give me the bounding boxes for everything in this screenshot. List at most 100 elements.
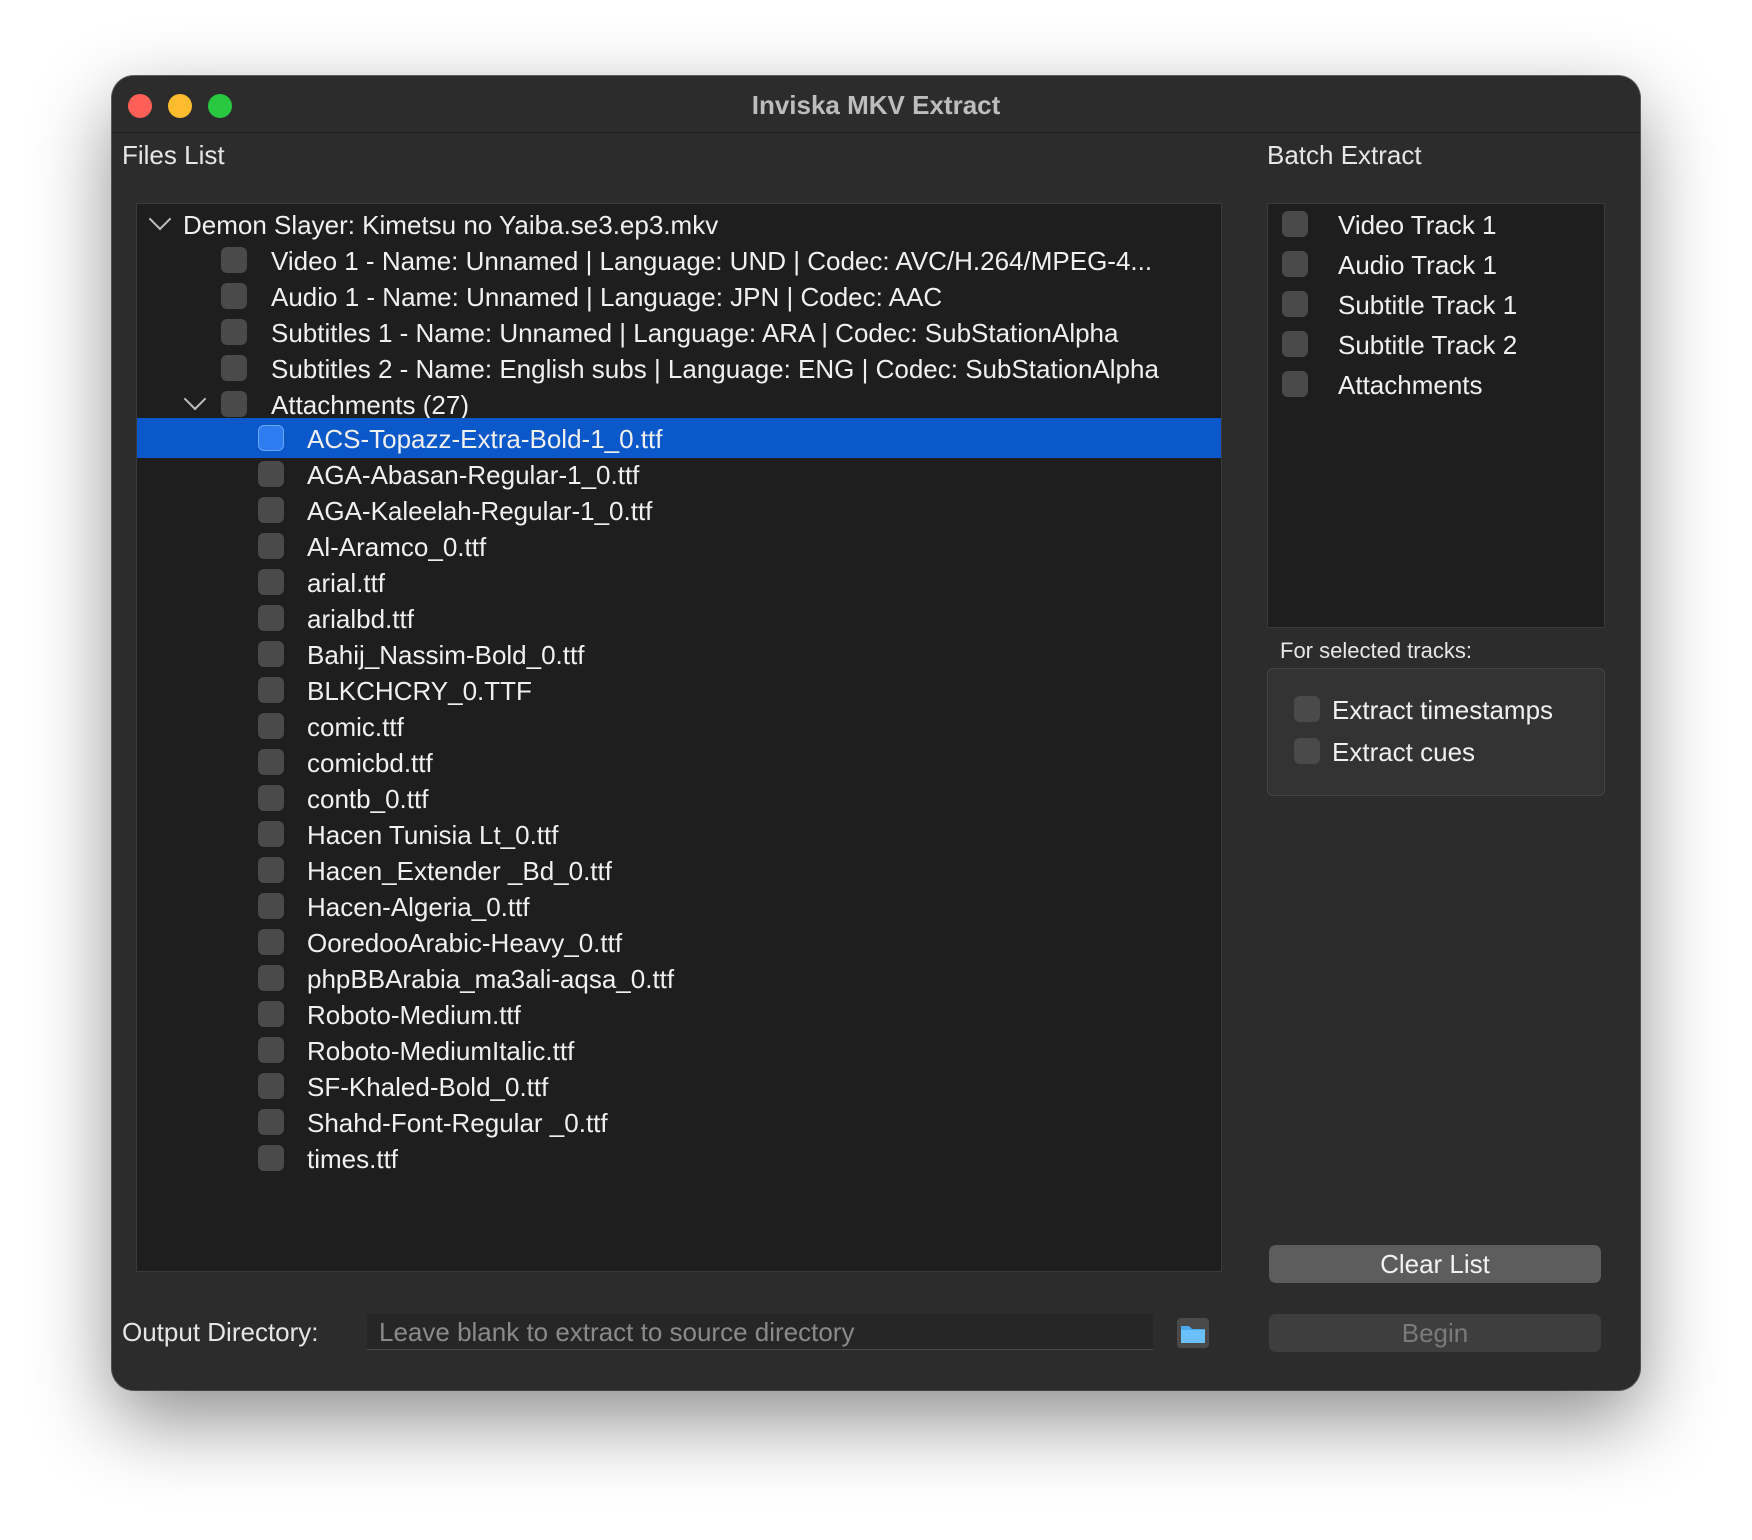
attachment-checkbox[interactable]	[258, 857, 284, 883]
attachment-row[interactable]: Al-Aramco_0.ttf	[137, 526, 1221, 566]
track-checkbox[interactable]	[221, 247, 247, 273]
attachment-checkbox[interactable]	[258, 641, 284, 667]
extract-timestamps-checkbox[interactable]	[1294, 696, 1320, 722]
attachment-checkbox[interactable]	[258, 497, 284, 523]
attachment-row[interactable]: comic.ttf	[137, 706, 1221, 746]
batch-item-video-track-1[interactable]: Video Track 1	[1268, 204, 1604, 244]
batch-checkbox[interactable]	[1282, 291, 1308, 317]
attachment-label: Hacen_Extender _Bd_0.ttf	[307, 856, 612, 886]
attachment-row[interactable]: Roboto-Medium.ttf	[137, 994, 1221, 1034]
attachment-label: ACS-Topazz-Extra-Bold-1_0.ttf	[307, 424, 663, 454]
clear-list-button[interactable]: Clear List	[1269, 1245, 1601, 1283]
track-checkbox[interactable]	[221, 319, 247, 345]
batch-checkbox[interactable]	[1282, 331, 1308, 357]
attachment-row[interactable]: Hacen Tunisia Lt_0.ttf	[137, 814, 1221, 854]
attachment-row[interactable]: OoredooArabic-Heavy_0.ttf	[137, 922, 1221, 962]
batch-item-attachments[interactable]: Attachments	[1268, 364, 1604, 404]
batch-checkbox[interactable]	[1282, 251, 1308, 277]
window-title: Inviska MKV Extract	[751, 90, 1001, 120]
attachment-row[interactable]: AGA-Abasan-Regular-1_0.ttf	[137, 454, 1221, 494]
attachment-label: arialbd.ttf	[307, 604, 414, 634]
output-directory-input[interactable]: Leave blank to extract to source directo…	[367, 1314, 1153, 1350]
batch-extract-label: Batch Extract	[1267, 140, 1422, 170]
attachment-checkbox[interactable]	[258, 713, 284, 739]
track-label: Subtitles 2 - Name: English subs | Langu…	[271, 354, 1159, 384]
extract-timestamps-option[interactable]: Extract timestamps	[1268, 689, 1604, 729]
selected-tracks-group: Extract timestamps Extract cues	[1267, 668, 1605, 796]
attachment-label: arial.ttf	[307, 568, 386, 598]
chevron-down-icon[interactable]	[183, 387, 207, 411]
attachment-label: comic.ttf	[307, 712, 404, 742]
attachment-label: comicbd.ttf	[307, 748, 433, 778]
batch-item-label: Video Track 1	[1338, 210, 1497, 240]
attachment-checkbox[interactable]	[258, 821, 284, 847]
batch-checkbox[interactable]	[1282, 211, 1308, 237]
attachment-row[interactable]: AGA-Kaleelah-Regular-1_0.ttf	[137, 490, 1221, 530]
batch-item-label: Subtitle Track 1	[1338, 290, 1518, 320]
attachment-checkbox[interactable]	[258, 1001, 284, 1027]
folder-icon[interactable]	[1176, 1314, 1210, 1350]
attachment-label: SF-Khaled-Bold_0.ttf	[307, 1072, 549, 1102]
attachment-checkbox[interactable]	[258, 1109, 284, 1135]
batch-item-subtitle-track-2[interactable]: Subtitle Track 2	[1268, 324, 1604, 364]
chevron-down-icon[interactable]	[148, 207, 172, 231]
attachment-checkbox[interactable]	[258, 677, 284, 703]
batch-extract-list[interactable]: Video Track 1 Audio Track 1 Subtitle Tra…	[1267, 203, 1605, 628]
attachment-row[interactable]: Shahd-Font-Regular _0.ttf	[137, 1102, 1221, 1142]
attachments-label: Attachments (27)	[271, 390, 469, 420]
attachment-label: Roboto-Medium.ttf	[307, 1000, 521, 1030]
attachment-checkbox[interactable]	[258, 785, 284, 811]
attachment-row[interactable]: Bahij_Nassim-Bold_0.ttf	[137, 634, 1221, 674]
files-tree[interactable]: Demon Slayer: Kimetsu no Yaiba.se3.ep3.m…	[136, 203, 1222, 1272]
track-checkbox[interactable]	[221, 283, 247, 309]
begin-button[interactable]: Begin	[1269, 1314, 1601, 1352]
attachment-row[interactable]: phpBBArabia_ma3ali-aqsa_0.ttf	[137, 958, 1221, 998]
track-row-video-1[interactable]: Video 1 - Name: Unnamed | Language: UND …	[137, 240, 1221, 280]
files-list-label: Files List	[122, 140, 225, 170]
attachment-row[interactable]: arial.ttf	[137, 562, 1221, 602]
attachment-checkbox[interactable]	[258, 749, 284, 775]
track-row-subtitles-2[interactable]: Subtitles 2 - Name: English subs | Langu…	[137, 348, 1221, 388]
batch-checkbox[interactable]	[1282, 371, 1308, 397]
attachment-row[interactable]: comicbd.ttf	[137, 742, 1221, 782]
attachment-row[interactable]: ACS-Topazz-Extra-Bold-1_0.ttf	[137, 418, 1221, 458]
batch-item-label: Attachments	[1338, 370, 1483, 400]
attachment-row[interactable]: BLKCHCRY_0.TTF	[137, 670, 1221, 710]
attachment-checkbox[interactable]	[258, 1145, 284, 1171]
attachment-row[interactable]: times.ttf	[137, 1138, 1221, 1178]
title-bar: Inviska MKV Extract	[112, 76, 1640, 133]
attachments-checkbox[interactable]	[221, 391, 247, 417]
track-checkbox[interactable]	[221, 355, 247, 381]
attachment-checkbox[interactable]	[258, 533, 284, 559]
batch-item-audio-track-1[interactable]: Audio Track 1	[1268, 244, 1604, 284]
attachment-label: Hacen Tunisia Lt_0.ttf	[307, 820, 559, 850]
attachment-row[interactable]: contb_0.ttf	[137, 778, 1221, 818]
track-label: Audio 1 - Name: Unnamed | Language: JPN …	[271, 282, 943, 312]
attachment-label: phpBBArabia_ma3ali-aqsa_0.ttf	[307, 964, 675, 994]
attachment-checkbox[interactable]	[258, 929, 284, 955]
selected-tracks-label: For selected tracks:	[1280, 638, 1472, 663]
attachment-checkbox[interactable]	[258, 425, 284, 451]
output-directory-label: Output Directory:	[122, 1317, 319, 1347]
batch-item-label: Subtitle Track 2	[1338, 330, 1518, 360]
attachment-row[interactable]: arialbd.ttf	[137, 598, 1221, 638]
attachment-checkbox[interactable]	[258, 605, 284, 631]
attachment-checkbox[interactable]	[258, 965, 284, 991]
attachment-row[interactable]: Hacen_Extender _Bd_0.ttf	[137, 850, 1221, 890]
track-row-audio-1[interactable]: Audio 1 - Name: Unnamed | Language: JPN …	[137, 276, 1221, 316]
attachment-row[interactable]: Roboto-MediumItalic.ttf	[137, 1030, 1221, 1070]
batch-item-subtitle-track-1[interactable]: Subtitle Track 1	[1268, 284, 1604, 324]
track-row-subtitles-1[interactable]: Subtitles 1 - Name: Unnamed | Language: …	[137, 312, 1221, 352]
attachment-row[interactable]: Hacen-Algeria_0.ttf	[137, 886, 1221, 926]
attachment-label: Roboto-MediumItalic.ttf	[307, 1036, 575, 1066]
attachment-row[interactable]: SF-Khaled-Bold_0.ttf	[137, 1066, 1221, 1106]
attachment-checkbox[interactable]	[258, 569, 284, 595]
file-row[interactable]: Demon Slayer: Kimetsu no Yaiba.se3.ep3.m…	[137, 204, 1221, 244]
attachment-checkbox[interactable]	[258, 1073, 284, 1099]
attachment-checkbox[interactable]	[258, 1037, 284, 1063]
attachment-checkbox[interactable]	[258, 461, 284, 487]
attachment-checkbox[interactable]	[258, 893, 284, 919]
extract-cues-option[interactable]: Extract cues	[1268, 731, 1604, 771]
extract-cues-checkbox[interactable]	[1294, 738, 1320, 764]
attachment-label: Shahd-Font-Regular _0.ttf	[307, 1108, 608, 1138]
